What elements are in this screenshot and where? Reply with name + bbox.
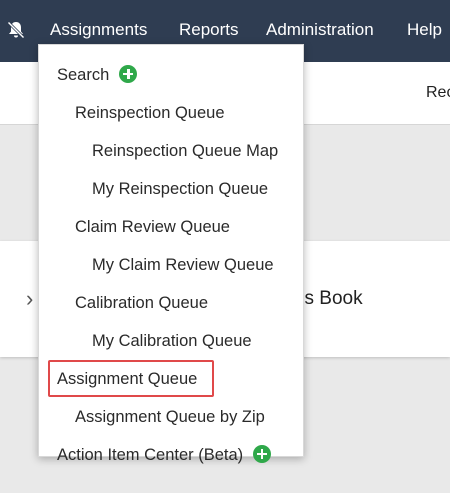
menu-item-reinspection-queue-map[interactable]: Reinspection Queue Map xyxy=(92,140,278,162)
menu-item-search[interactable]: Search xyxy=(57,64,138,86)
menu-item-my-reinspection-queue[interactable]: My Reinspection Queue xyxy=(92,178,268,200)
menu-item-label: Action Item Center (Beta) xyxy=(57,446,244,464)
toolbar-partial-label[interactable]: Rec xyxy=(426,84,450,102)
menu-item-assignment-queue-by-zip[interactable]: Assignment Queue by Zip xyxy=(75,406,265,428)
card-title: ss Book xyxy=(295,288,363,309)
menu-item-calibration-queue[interactable]: Calibration Queue xyxy=(75,292,208,314)
menu-item-my-calibration-queue[interactable]: My Calibration Queue xyxy=(92,330,252,352)
menu-item-assignment-queue[interactable]: Assignment Queue xyxy=(57,368,197,390)
plus-circle-icon[interactable] xyxy=(119,65,138,83)
chevron-right-icon[interactable]: › xyxy=(26,286,33,312)
nav-administration[interactable]: Administration xyxy=(266,20,374,40)
plus-circle-icon[interactable] xyxy=(253,445,272,463)
menu-item-my-claim-review-queue[interactable]: My Claim Review Queue xyxy=(92,254,274,276)
menu-item-claim-review-queue[interactable]: Claim Review Queue xyxy=(75,216,230,238)
bell-muted-icon[interactable] xyxy=(6,20,26,40)
nav-reports[interactable]: Reports xyxy=(179,20,239,40)
nav-help[interactable]: Help xyxy=(407,20,442,40)
menu-item-reinspection-queue[interactable]: Reinspection Queue xyxy=(75,102,225,124)
menu-item-action-item-center[interactable]: Action Item Center (Beta) xyxy=(57,444,272,466)
menu-item-label: Search xyxy=(57,66,110,84)
nav-assignments[interactable]: Assignments xyxy=(50,20,147,40)
